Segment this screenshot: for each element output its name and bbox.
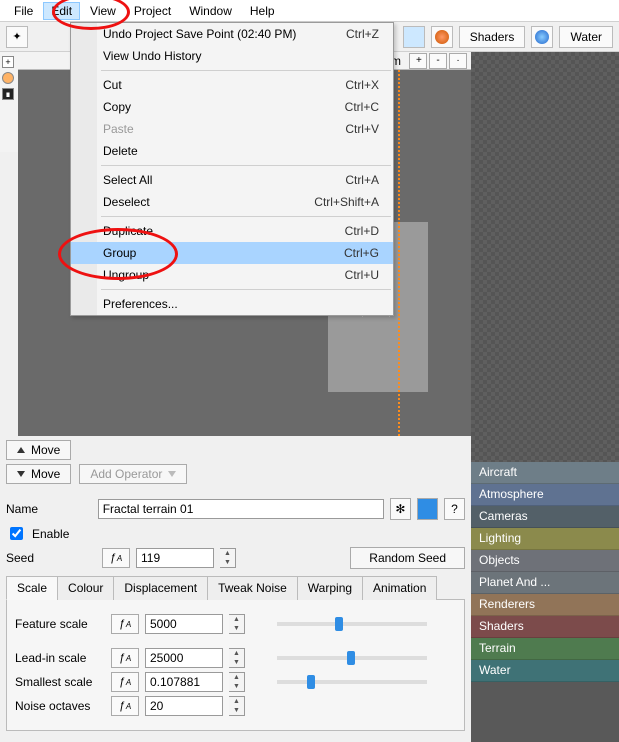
edit-menu-item-duplicate[interactable]: DuplicateCtrl+D: [71, 220, 393, 242]
enable-checkbox[interactable]: [10, 527, 23, 540]
move-up-button[interactable]: Move: [6, 440, 71, 460]
category-lighting[interactable]: Lighting: [471, 528, 619, 550]
tree-expand-icon[interactable]: +: [2, 56, 14, 68]
edit-menu-item-paste[interactable]: PasteCtrl+V: [71, 118, 393, 140]
sphere-orange-icon: [435, 30, 449, 44]
menu-help[interactable]: Help: [242, 2, 283, 20]
toolbar-shaders-button[interactable]: [431, 26, 453, 48]
name-input[interactable]: [98, 499, 384, 519]
triangle-up-icon: [17, 447, 25, 453]
smallest-scale-label: Smallest scale: [15, 675, 105, 689]
property-panel: Move Move Add Operator Name ✻ ? Enable S…: [0, 436, 471, 742]
category-renderers[interactable]: Renderers: [471, 594, 619, 616]
preview-icon[interactable]: [417, 498, 438, 520]
settings-gear-icon[interactable]: ✻: [390, 498, 411, 520]
edit-menu-item-undo-project-save-point-pm-[interactable]: Undo Project Save Point (02:40 PM)Ctrl+Z: [71, 23, 393, 45]
enable-label: Enable: [32, 527, 69, 541]
edit-menu-item-cut[interactable]: CutCtrl+X: [71, 74, 393, 96]
edit-dropdown-menu: Undo Project Save Point (02:40 PM)Ctrl+Z…: [70, 22, 394, 316]
fa-icon[interactable]: ƒA: [111, 672, 139, 692]
lead-in-scale-input[interactable]: [145, 648, 223, 668]
random-seed-button[interactable]: Random Seed: [350, 547, 465, 569]
move-down-button[interactable]: Move: [6, 464, 71, 484]
tree-collapse-icon[interactable]: ∎: [2, 88, 14, 100]
edit-menu-item-group[interactable]: GroupCtrl+G: [71, 242, 393, 264]
toolbar-water-button[interactable]: [531, 26, 553, 48]
add-operator-button[interactable]: Add Operator: [79, 464, 187, 484]
category-water[interactable]: Water: [471, 660, 619, 682]
fa-icon[interactable]: ƒA: [111, 696, 139, 716]
toolbar-water-label[interactable]: Water: [559, 26, 613, 48]
category-cameras[interactable]: Cameras: [471, 506, 619, 528]
feature-scale-label: Feature scale: [15, 617, 105, 631]
lead-in-scale-slider[interactable]: [277, 656, 427, 660]
zoom-in-button[interactable]: +: [409, 53, 427, 69]
category-objects[interactable]: Objects: [471, 550, 619, 572]
left-tree-strip: + ∎: [0, 52, 18, 152]
zoom-out-button[interactable]: -: [429, 53, 447, 69]
edit-menu-item-deselect[interactable]: DeselectCtrl+Shift+A: [71, 191, 393, 213]
edit-menu-item-preferences-[interactable]: Preferences...: [71, 293, 393, 315]
right-sidebar: AircraftAtmosphereCamerasLightingObjects…: [471, 52, 619, 742]
menu-view[interactable]: View: [82, 2, 124, 20]
tab-body-scale: Feature scale ƒA ▲▼ Lead-in scale ƒA ▲▼ …: [6, 600, 465, 731]
feature-scale-spinner[interactable]: ▲▼: [229, 614, 245, 634]
edit-menu-item-view-undo-history[interactable]: View Undo History: [71, 45, 393, 67]
category-atmosphere[interactable]: Atmosphere: [471, 484, 619, 506]
toolbar-new-icon[interactable]: ✦: [6, 26, 28, 48]
tree-node-icon[interactable]: [2, 72, 14, 84]
noise-octaves-label: Noise octaves: [15, 699, 105, 713]
edit-menu-item-delete[interactable]: Delete: [71, 140, 393, 162]
noise-octaves-spinner[interactable]: ▲▼: [229, 696, 245, 716]
tab-colour[interactable]: Colour: [57, 576, 114, 600]
noise-octaves-input[interactable]: [145, 696, 223, 716]
feature-scale-slider[interactable]: [277, 622, 427, 626]
category-aircraft[interactable]: Aircraft: [471, 462, 619, 484]
edit-menu-item-copy[interactable]: CopyCtrl+C: [71, 96, 393, 118]
help-icon[interactable]: ?: [444, 498, 465, 520]
viewport-guide-line: [398, 70, 400, 492]
toolbar-shaders-label[interactable]: Shaders: [459, 26, 526, 48]
edit-menu-item-select-all[interactable]: Select AllCtrl+A: [71, 169, 393, 191]
tab-animation[interactable]: Animation: [362, 576, 437, 600]
category-planet-and-[interactable]: Planet And ...: [471, 572, 619, 594]
smallest-scale-slider[interactable]: [277, 680, 427, 684]
fa-icon[interactable]: ƒA: [102, 548, 130, 568]
triangle-down-icon: [168, 471, 176, 477]
menu-project[interactable]: Project: [126, 2, 179, 20]
name-label: Name: [6, 502, 92, 516]
menu-edit[interactable]: Edit: [43, 2, 80, 20]
tab-scale[interactable]: Scale: [6, 576, 58, 600]
water-drop-icon: [535, 30, 549, 44]
lead-in-scale-label: Lead-in scale: [15, 651, 105, 665]
tab-warping[interactable]: Warping: [297, 576, 363, 600]
edit-menu-item-ungroup[interactable]: UngroupCtrl+U: [71, 264, 393, 286]
category-terrain[interactable]: Terrain: [471, 638, 619, 660]
smallest-scale-input[interactable]: [145, 672, 223, 692]
triangle-down-icon: [17, 471, 25, 477]
tabs: Scale Colour Displacement Tweak Noise Wa…: [6, 575, 465, 600]
fa-icon[interactable]: ƒA: [111, 614, 139, 634]
menu-window[interactable]: Window: [181, 2, 240, 20]
smallest-scale-spinner[interactable]: ▲▼: [229, 672, 245, 692]
tab-tweak-noise[interactable]: Tweak Noise: [207, 576, 298, 600]
zoom-reset-button[interactable]: ·: [449, 53, 467, 69]
category-shaders[interactable]: Shaders: [471, 616, 619, 638]
fa-icon[interactable]: ƒA: [111, 648, 139, 668]
feature-scale-input[interactable]: [145, 614, 223, 634]
seed-spinner[interactable]: ▲▼: [220, 548, 236, 568]
menu-file[interactable]: File: [6, 2, 41, 20]
preview-area: [471, 52, 619, 462]
seed-input[interactable]: [136, 548, 214, 568]
seed-label: Seed: [6, 551, 96, 565]
toolbar-toggle-a[interactable]: [403, 26, 425, 48]
lead-in-scale-spinner[interactable]: ▲▼: [229, 648, 245, 668]
tab-displacement[interactable]: Displacement: [113, 576, 208, 600]
menu-bar: File Edit View Project Window Help: [0, 0, 619, 22]
